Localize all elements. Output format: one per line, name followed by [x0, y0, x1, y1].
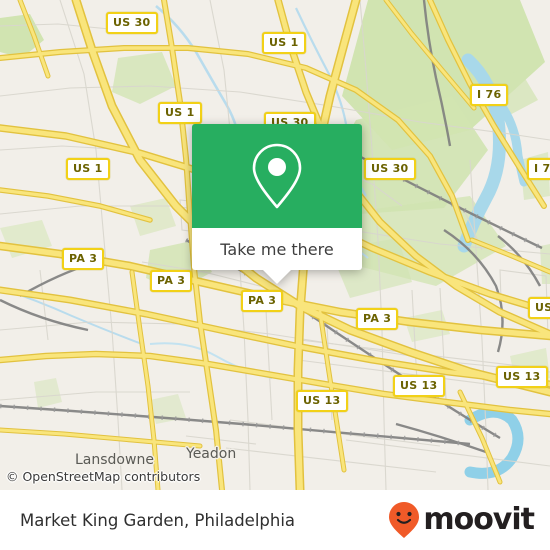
- moovit-map-screen: US 30US 1US 1US 30US 1US 30I 76I 76PA 3P…: [0, 0, 550, 550]
- take-me-there-button[interactable]: Take me there: [220, 240, 333, 259]
- highway-shield: US 13: [393, 375, 445, 397]
- popup-tail: [263, 270, 291, 284]
- highway-shield: I 76: [527, 158, 550, 180]
- highway-shield: US 30: [106, 12, 158, 34]
- highway-shield: US 30: [364, 158, 416, 180]
- page-title: Market King Garden, Philadelphia: [20, 510, 296, 530]
- highway-shield: US: [528, 297, 550, 319]
- highway-shield: PA 3: [241, 290, 284, 312]
- footer-bar: Market King Garden, Philadelphia moovit: [0, 490, 550, 550]
- place-label: Yeadon: [186, 446, 237, 462]
- moovit-wordmark: moovit: [423, 502, 535, 537]
- highway-shield: PA 3: [356, 308, 399, 330]
- map-pin-icon: [252, 143, 302, 209]
- location-popup[interactable]: Take me there: [192, 124, 362, 284]
- highway-shield: US 13: [496, 366, 548, 388]
- highway-shield: PA 3: [150, 270, 193, 292]
- highway-shield: PA 3: [62, 248, 105, 270]
- openstreetmap-attribution[interactable]: © OpenStreetMap contributors: [6, 469, 200, 484]
- highway-shield: US 1: [66, 158, 110, 180]
- highway-shield: US 1: [158, 102, 202, 124]
- highway-shield: US 1: [262, 32, 306, 54]
- highway-shield: I 76: [470, 84, 509, 106]
- moovit-pin-smiley-icon: [389, 502, 420, 538]
- popup-header: [192, 124, 362, 228]
- highway-shield: US 13: [296, 390, 348, 412]
- popup-action-bar[interactable]: Take me there: [192, 228, 362, 270]
- place-label: Lansdowne: [75, 452, 154, 468]
- moovit-logo[interactable]: moovit: [387, 501, 535, 539]
- map-canvas[interactable]: US 30US 1US 1US 30US 1US 30I 76I 76PA 3P…: [0, 0, 550, 490]
